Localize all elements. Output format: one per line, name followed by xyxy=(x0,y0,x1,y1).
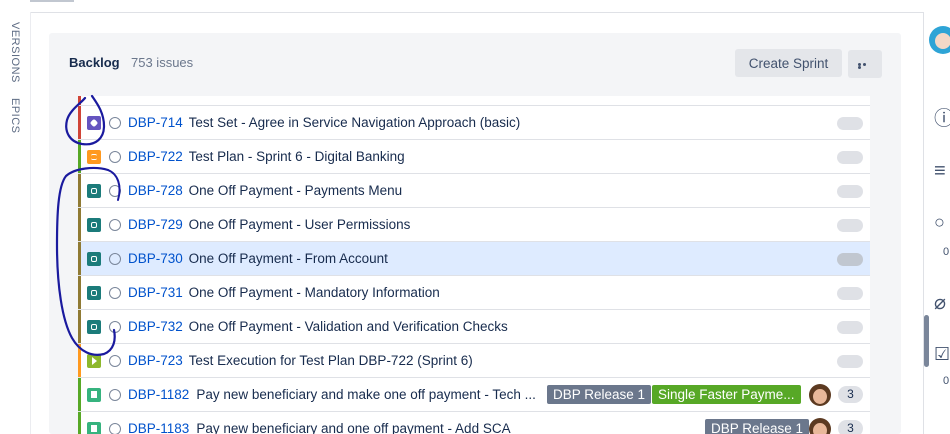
epic-color-bar xyxy=(78,208,81,241)
status-circle-icon xyxy=(109,117,121,129)
estimate-pill xyxy=(837,355,863,368)
issue-key-link[interactable]: DBP-1183 xyxy=(128,421,189,434)
info-icon[interactable]: ⓘ xyxy=(934,102,950,131)
estimate-pill xyxy=(837,253,863,266)
epic-color-bar xyxy=(78,106,81,139)
table-row[interactable]: DBP-714 Test Set - Agree in Service Navig… xyxy=(78,106,870,140)
status-circle-icon xyxy=(109,151,121,163)
create-sprint-button[interactable]: Create Sprint xyxy=(735,49,842,77)
issue-key-link[interactable]: DBP-728 xyxy=(128,183,183,198)
table-row[interactable]: DBP-732 One Off Payment - Validation and … xyxy=(78,310,870,344)
scrollbar-thumb[interactable] xyxy=(924,315,929,367)
epic-color-bar xyxy=(78,378,81,411)
test-plan-icon xyxy=(87,150,101,164)
estimate-pill xyxy=(837,321,863,334)
attachment-icon[interactable]: ⌀ xyxy=(934,290,946,315)
issue-summary: One Off Payment - User Permissions xyxy=(188,217,411,232)
epic-color-bar xyxy=(78,140,81,173)
issue-summary: Pay new beneficiary and make one off pay… xyxy=(196,387,536,402)
epic-color-bar xyxy=(78,174,81,207)
issue-key-link[interactable]: DBP-729 xyxy=(128,217,183,232)
epics-toggle[interactable]: EPICS xyxy=(9,98,21,134)
issue-summary: One Off Payment - Validation and Verific… xyxy=(188,319,508,334)
versions-toggle[interactable]: VERSIONS xyxy=(9,22,21,83)
issue-summary: One Off Payment - Mandatory Information xyxy=(188,285,440,300)
issue-key-link[interactable]: DBP-732 xyxy=(128,319,183,334)
version-label[interactable]: DBP Release 1 xyxy=(705,419,810,434)
count-a: 0 xyxy=(943,246,950,258)
epic-color-bar xyxy=(78,310,81,343)
epic-color-bar xyxy=(78,276,81,309)
epic-color-bar xyxy=(78,242,81,275)
issue-key-link[interactable]: DBP-723 xyxy=(128,353,183,368)
payment-icon xyxy=(87,184,101,198)
status-circle-icon[interactable]: ○ xyxy=(934,212,945,233)
payment-icon xyxy=(87,286,101,300)
issue-key-link[interactable]: DBP-714 xyxy=(128,115,183,130)
table-row[interactable]: DBP-730 One Off Payment - From Account xyxy=(78,242,870,276)
top-bar xyxy=(0,0,950,13)
issue-summary: One Off Payment - Payments Menu xyxy=(188,183,403,198)
epic-color-bar xyxy=(78,344,81,377)
issue-key-link[interactable]: DBP-722 xyxy=(128,149,183,164)
more-actions-button[interactable] xyxy=(848,50,882,78)
table-row[interactable]: DBP-722 Test Plan - Sprint 6 - Digital Ba… xyxy=(78,140,870,174)
details-list-icon[interactable]: ≡ xyxy=(934,160,946,183)
tab-stub xyxy=(30,0,74,2)
status-circle-icon xyxy=(109,321,121,333)
checklist-icon[interactable]: ☑ xyxy=(934,344,950,365)
backlog-panel: Backlog 753 issues Create Sprint DBP-714… xyxy=(49,33,901,434)
issue-summary: Pay new beneficiary and one off payment … xyxy=(196,421,511,434)
status-circle-icon xyxy=(109,355,121,367)
status-circle-icon xyxy=(109,185,121,197)
issue-key-link[interactable]: DBP-730 xyxy=(128,251,183,266)
version-label[interactable]: DBP Release 1 xyxy=(547,385,652,404)
issue-key-link[interactable]: DBP-1182 xyxy=(128,387,189,402)
table-row[interactable]: DBP-1183 Pay new beneficiary and one off … xyxy=(78,412,870,434)
user-avatar[interactable] xyxy=(929,26,950,54)
right-rail: ⓘ ≡ ○ 0 ⌀ ☑ 0 xyxy=(923,12,950,434)
table-row[interactable]: DBP-723 Test Execution for Test Plan DBP-… xyxy=(78,344,870,378)
issue-count: 753 issues xyxy=(131,55,194,70)
payment-icon xyxy=(87,252,101,266)
estimate-pill xyxy=(837,219,863,232)
status-circle-icon xyxy=(109,219,121,231)
issue-summary: Test Set - Agree in Service Navigation A… xyxy=(188,115,521,130)
issue-key-link[interactable]: DBP-731 xyxy=(128,285,183,300)
table-row[interactable]: DBP-728 One Off Payment - Payments Menu xyxy=(78,174,870,208)
estimate-pill xyxy=(837,287,863,300)
status-circle-icon xyxy=(109,423,121,434)
left-rail: VERSIONS EPICS xyxy=(0,12,31,434)
table-row[interactable]: DBP-731 One Off Payment - Mandatory Infor… xyxy=(78,276,870,310)
estimate-pill xyxy=(837,151,863,164)
payment-icon xyxy=(87,320,101,334)
payment-icon xyxy=(87,218,101,232)
story-points-badge: 3 xyxy=(838,386,863,403)
issue-summary: Test Plan - Sprint 6 - Digital Banking xyxy=(188,149,405,164)
assignee-avatar[interactable] xyxy=(809,384,831,406)
test-execution-icon xyxy=(87,354,101,368)
more-horizontal-icon xyxy=(858,63,872,69)
estimate-pill xyxy=(837,117,863,130)
status-circle-icon xyxy=(109,287,121,299)
backlog-title: Backlog xyxy=(69,55,120,70)
table-row[interactable]: DBP-729 One Off Payment - User Permission… xyxy=(78,208,870,242)
epic-label[interactable]: Single Faster Payme... xyxy=(652,385,801,404)
table-row-partial[interactable] xyxy=(78,96,870,106)
count-b: 0 xyxy=(943,375,950,387)
test-set-icon xyxy=(87,116,101,130)
story-points-badge: 3 xyxy=(838,420,863,434)
status-circle-icon xyxy=(109,389,121,401)
issue-summary: Test Execution for Test Plan DBP-722 (Sp… xyxy=(188,353,473,368)
table-row[interactable]: DBP-1182 Pay new beneficiary and make one… xyxy=(78,378,870,412)
status-circle-icon xyxy=(109,253,121,265)
issue-list: DBP-714 Test Set - Agree in Service Navig… xyxy=(78,96,870,434)
epic-color-bar xyxy=(78,412,81,434)
story-icon xyxy=(87,422,101,434)
issue-summary: One Off Payment - From Account xyxy=(188,251,388,266)
story-icon xyxy=(87,388,101,402)
assignee-avatar[interactable] xyxy=(809,418,831,434)
estimate-pill xyxy=(837,185,863,198)
